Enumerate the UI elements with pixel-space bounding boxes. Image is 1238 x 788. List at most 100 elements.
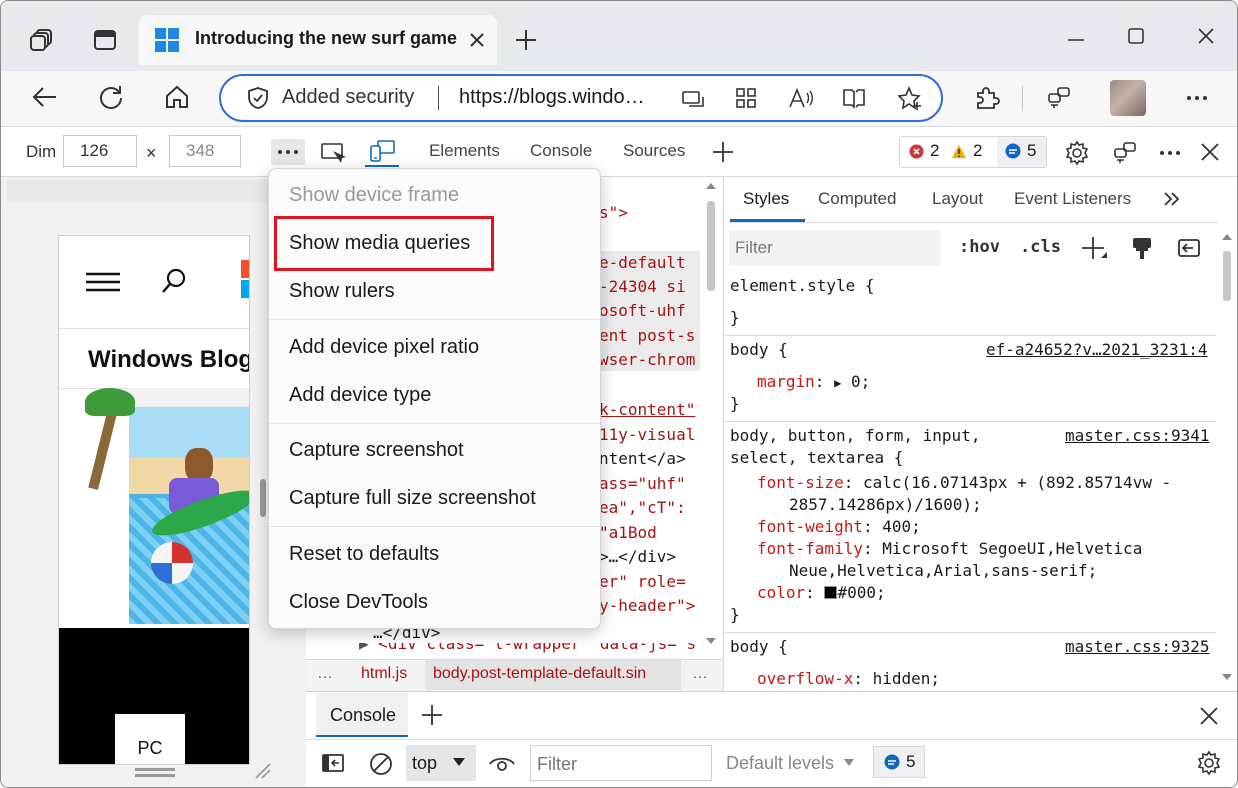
surf-game-image[interactable] [85,388,249,624]
element-style-rule[interactable]: element.style { [730,275,875,297]
close-drawer-icon[interactable] [1196,703,1222,729]
close-tab-icon[interactable] [464,27,490,53]
tab-event-listeners[interactable]: Event Listeners [1014,189,1131,209]
menu-item-close-devtools[interactable]: Close DevTools [289,591,428,614]
font-size-declaration[interactable]: font-size: calc(16.07143px + (892.85714v… [757,472,1171,494]
styles-filter-input[interactable]: Filter [729,230,941,266]
tab-layout[interactable]: Layout [932,189,983,209]
tab-console[interactable]: Console [530,141,592,161]
add-favorite-icon[interactable] [895,84,925,114]
hov-button[interactable]: :hov [959,237,1000,257]
drawer-add-tab-icon[interactable] [419,702,445,728]
toggle-sidebar-icon[interactable] [1175,234,1203,262]
console-settings-icon[interactable] [1194,748,1224,778]
dom-line[interactable]: e-default [599,251,686,275]
breadcrumb-body[interactable]: body.post-template-default.sin [433,665,679,683]
body-rule-selector[interactable]: body { [730,339,788,361]
close-devtools-icon[interactable] [1196,138,1224,166]
menu-item-show-rulers[interactable]: Show rulers [289,280,395,303]
dom-line[interactable]: k-content" [599,398,695,422]
maximize-icon[interactable] [1121,21,1151,51]
body2-rule-selector[interactable]: body { [730,636,788,658]
dom-line-partial[interactable]: ▶ <div class="l-wrapper" data-js="s [306,643,706,657]
url-text[interactable]: https://blogs.windo… [459,86,645,109]
dom-line[interactable]: >…</div> [599,545,676,569]
developer-tools-icon[interactable] [1043,82,1075,114]
corner-resize-icon[interactable] [253,761,273,781]
margin-declaration[interactable]: margin: ▶ 0; [757,371,870,394]
dom-line[interactable]: wser-chrom [599,348,695,372]
tab-sources[interactable]: Sources [623,141,685,161]
context-selector[interactable]: top [406,745,476,781]
dom-line[interactable]: 11y-visual [599,423,695,447]
breadcrumb-more-left[interactable]: … [317,665,333,683]
tab-computed[interactable]: Computed [818,189,896,209]
right-resize-handle[interactable] [260,479,266,517]
dom-line[interactable]: s"> [599,201,628,225]
elements-scrollbar[interactable] [707,201,715,291]
element-state-paint-icon[interactable] [1128,234,1156,262]
bottom-resize-handle[interactable] [135,768,175,771]
minimize-icon[interactable] [1061,25,1091,55]
console-message-badge[interactable]: 5 [884,752,915,772]
error-count[interactable]: 2 [909,141,939,161]
overflow-declaration[interactable]: overflow-x: hidden; [757,668,940,690]
inspect-element-icon[interactable] [318,139,348,167]
font-weight-declaration[interactable]: font-weight: 400; [757,516,921,538]
devtools-settings-icon[interactable] [1062,138,1092,168]
security-label[interactable]: Added security [282,86,414,109]
clear-console-icon[interactable] [367,750,395,778]
drawer-tab-console-label[interactable]: Console [330,705,396,726]
dom-line[interactable]: y-header"> [599,594,695,618]
devtools-feedback-icon[interactable] [1109,138,1141,168]
home-icon[interactable] [161,81,193,113]
live-expression-eye-icon[interactable] [488,751,516,777]
menu-item-capture-screenshot[interactable]: Capture screenshot [289,439,464,462]
blog-title[interactable]: Windows Blog [88,346,249,374]
extensions-icon[interactable] [971,82,1003,114]
rule3-selector-line2[interactable]: select, textarea { [730,447,903,469]
menu-item-add-device-pixel-ratio[interactable]: Add device pixel ratio [289,336,479,359]
dom-line[interactable]: -24304 si [599,275,686,299]
scroll-up-icon[interactable] [704,180,718,192]
breadcrumb-html[interactable]: html.js [361,665,407,683]
app-available-icon[interactable] [679,85,707,113]
read-aloud-icon[interactable] [787,84,815,112]
menu-item-reset-to-defaults[interactable]: Reset to defaults [289,543,439,566]
cls-button[interactable]: .cls [1020,237,1061,257]
settings-more-icon[interactable] [1181,82,1213,114]
qr-code-icon[interactable] [732,84,760,112]
message-count[interactable]: 5 [1005,141,1036,161]
tab-styles[interactable]: Styles [743,189,789,209]
dom-line[interactable]: osoft-uhf [599,299,686,323]
pc-tile[interactable]: PC [115,714,185,764]
warning-count[interactable]: 2 [951,141,982,161]
body2-source-link[interactable]: master.css:9325 [1065,636,1210,658]
search-icon[interactable] [159,266,189,296]
dom-line[interactable]: ent post-s [599,324,695,348]
font-family-declaration[interactable]: font-family: Microsoft SegoeUI,Helvetica [757,538,1142,560]
breadcrumb-more-right[interactable]: … [692,665,708,683]
workspaces-icon[interactable] [27,25,57,55]
rule3-selector-line1[interactable]: body, button, form, input, [730,425,980,447]
styles-scrollbar[interactable] [1223,251,1231,301]
console-filter-input[interactable]: Filter [530,745,712,781]
more-tabs-plus-icon[interactable] [709,138,737,166]
dom-line[interactable]: er" role= [599,570,686,594]
width-input[interactable]: 126 [63,135,137,167]
dom-line[interactable]: ass="uhf" [599,472,686,496]
hamburger-menu-icon[interactable] [85,270,121,294]
styles-scroll-down-icon[interactable] [1220,671,1234,683]
rule3-source-link[interactable]: master.css:9341 [1065,425,1210,447]
new-tab-icon[interactable] [511,25,541,55]
log-levels-dropdown[interactable]: Default levels [726,753,834,774]
color-declaration[interactable]: color: #000; [757,582,886,604]
devtools-more-icon[interactable] [1155,138,1185,168]
more-panes-chevron-icon[interactable] [1161,188,1183,210]
back-icon[interactable] [29,81,61,113]
scroll-down-icon[interactable] [704,635,718,647]
immersive-reader-icon[interactable] [841,84,869,112]
menu-item-capture-full-size-screenshot[interactable]: Capture full size screenshot [289,487,536,510]
close-window-icon[interactable] [1191,21,1221,51]
device-emulation-icon[interactable] [365,137,399,167]
